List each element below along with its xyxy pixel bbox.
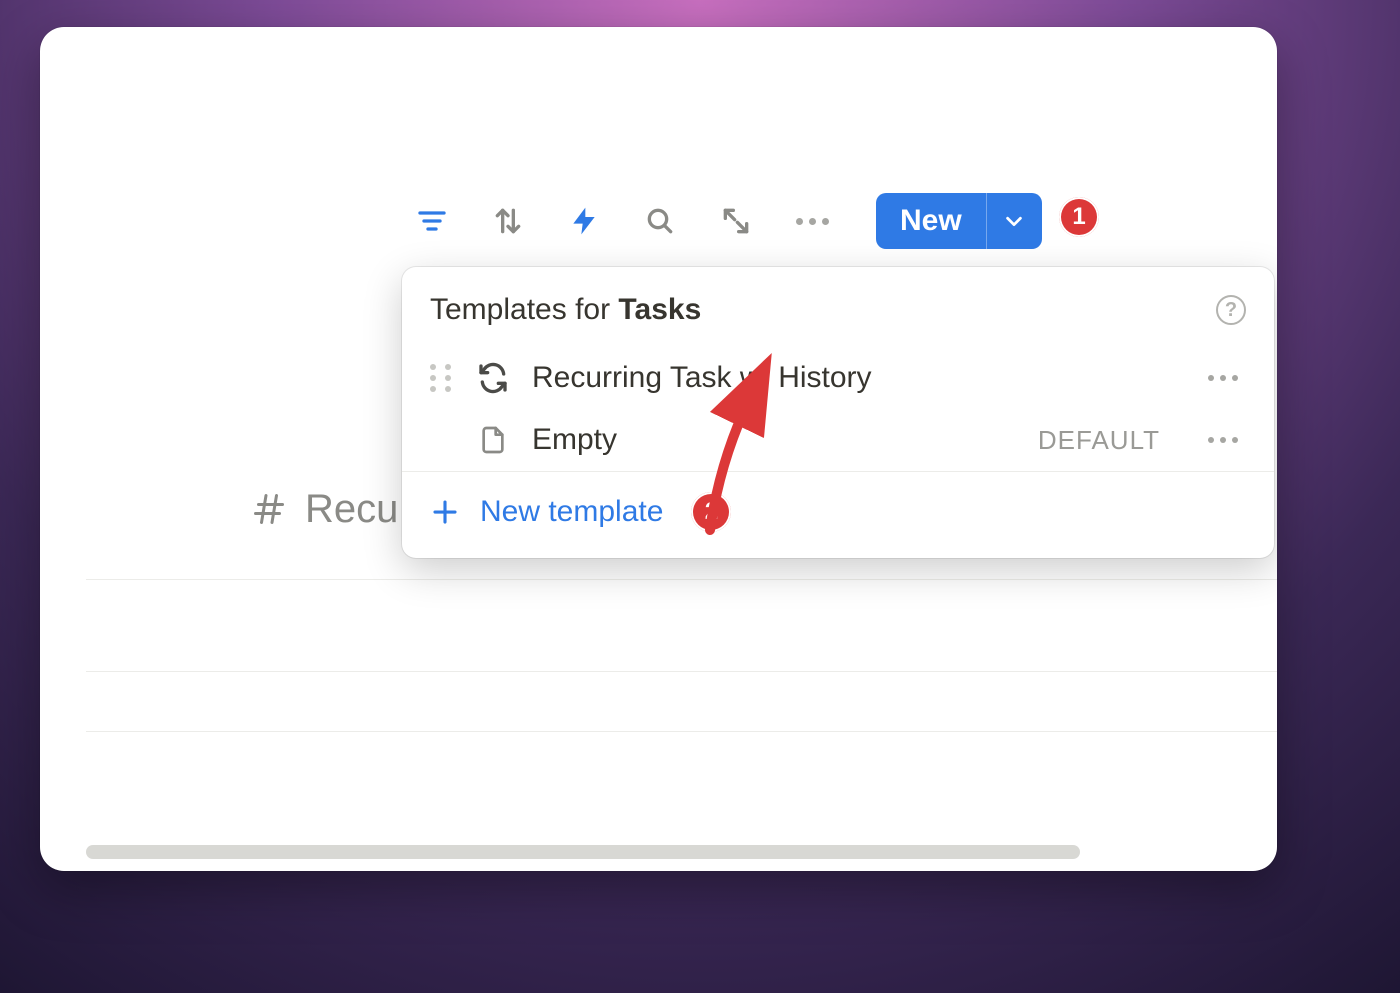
- template-item-empty[interactable]: Empty DEFAULT: [402, 409, 1274, 471]
- help-icon[interactable]: ?: [1216, 295, 1246, 325]
- table-divider: [86, 731, 1277, 732]
- expand-icon[interactable]: [718, 203, 754, 239]
- templates-popover: Templates for Tasks ? Recurring Task w/ …: [402, 267, 1274, 558]
- drag-handle-icon[interactable]: [430, 364, 454, 392]
- popover-header: Templates for Tasks ?: [402, 267, 1274, 347]
- row-partial-text: Recu: [305, 487, 398, 532]
- search-icon[interactable]: [642, 203, 678, 239]
- table-divider: [86, 671, 1277, 672]
- page-icon: [476, 423, 510, 457]
- filter-icon[interactable]: [414, 203, 450, 239]
- more-icon[interactable]: [794, 203, 830, 239]
- plus-icon: [430, 497, 460, 527]
- default-badge: DEFAULT: [1038, 425, 1160, 456]
- new-button[interactable]: New: [876, 193, 1042, 249]
- app-window: New 1 Recu Templates for Tasks: [40, 27, 1277, 871]
- new-template-button[interactable]: New template: [480, 495, 663, 529]
- popover-footer: New template 2: [402, 471, 1274, 558]
- new-button-dropdown[interactable]: [986, 193, 1042, 249]
- horizontal-scrollbar[interactable]: [86, 845, 1080, 859]
- automation-icon[interactable]: [566, 203, 602, 239]
- sort-icon[interactable]: [490, 203, 526, 239]
- annotation-arrow: [680, 380, 800, 545]
- template-name: Recurring Task w/ History: [532, 361, 1178, 395]
- template-more-icon[interactable]: [1200, 367, 1246, 389]
- template-more-icon[interactable]: [1200, 429, 1246, 451]
- template-item-recurring[interactable]: Recurring Task w/ History: [402, 347, 1274, 409]
- row-placeholder: Recu: [251, 487, 398, 532]
- popover-title: Templates for Tasks: [430, 293, 701, 327]
- hash-icon: [251, 491, 289, 529]
- new-button-label: New: [876, 193, 986, 249]
- table-divider: [86, 579, 1277, 580]
- recurring-icon: [476, 361, 510, 395]
- annotation-callout-1: 1: [1059, 197, 1099, 237]
